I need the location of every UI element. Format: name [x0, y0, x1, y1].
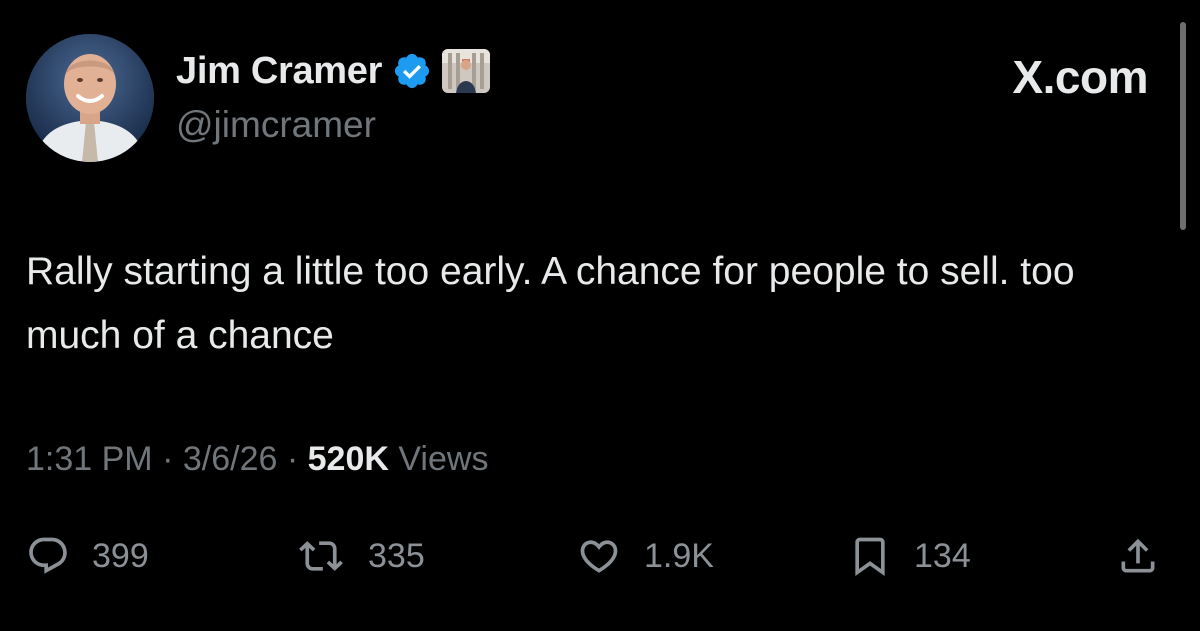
repost-button[interactable]: 335: [296, 528, 425, 584]
meta-separator: ·: [286, 440, 299, 478]
author-name-row: Jim Cramer: [176, 48, 491, 94]
action-bar: 399 335 1.9K 134: [0, 528, 1200, 584]
like-count: 1.9K: [644, 536, 714, 575]
repost-count: 335: [368, 536, 425, 575]
author-handle[interactable]: @jimcramer: [176, 104, 376, 146]
reply-icon: [29, 537, 67, 574]
share-button[interactable]: [1116, 528, 1160, 584]
like-button[interactable]: 1.9K: [576, 528, 714, 584]
site-label: X.com: [1012, 51, 1148, 103]
views-count: 520K: [307, 440, 389, 478]
share-icon: [1121, 538, 1155, 573]
meta-separator: ·: [162, 440, 174, 478]
bookmark-button[interactable]: 134: [848, 528, 971, 584]
views-label: Views: [398, 440, 489, 478]
reply-count: 399: [92, 536, 149, 575]
affiliate-badge-icon[interactable]: [442, 49, 491, 93]
avatar-image: [26, 34, 154, 162]
bookmark-count: 134: [914, 536, 971, 575]
tweet-time[interactable]: 1:31 PM: [26, 440, 153, 478]
verified-badge-icon: [395, 53, 430, 89]
tweet-meta: 1:31 PM · 3/6/26 · 520K Views: [26, 440, 488, 479]
tweet-card: Jim Cramer @jimcramer X.com Rally starti…: [0, 0, 1200, 631]
reply-button[interactable]: 399: [26, 528, 149, 584]
author-display-name[interactable]: Jim Cramer: [176, 50, 382, 93]
bookmark-icon: [855, 537, 885, 577]
avatar[interactable]: [26, 34, 154, 162]
heart-icon: [580, 540, 618, 573]
tweet-text: Rally starting a little too early. A cha…: [26, 250, 1075, 357]
tweet-date[interactable]: 3/6/26: [183, 440, 278, 478]
repost-icon: [299, 541, 343, 571]
scrollbar[interactable]: [1180, 22, 1186, 230]
